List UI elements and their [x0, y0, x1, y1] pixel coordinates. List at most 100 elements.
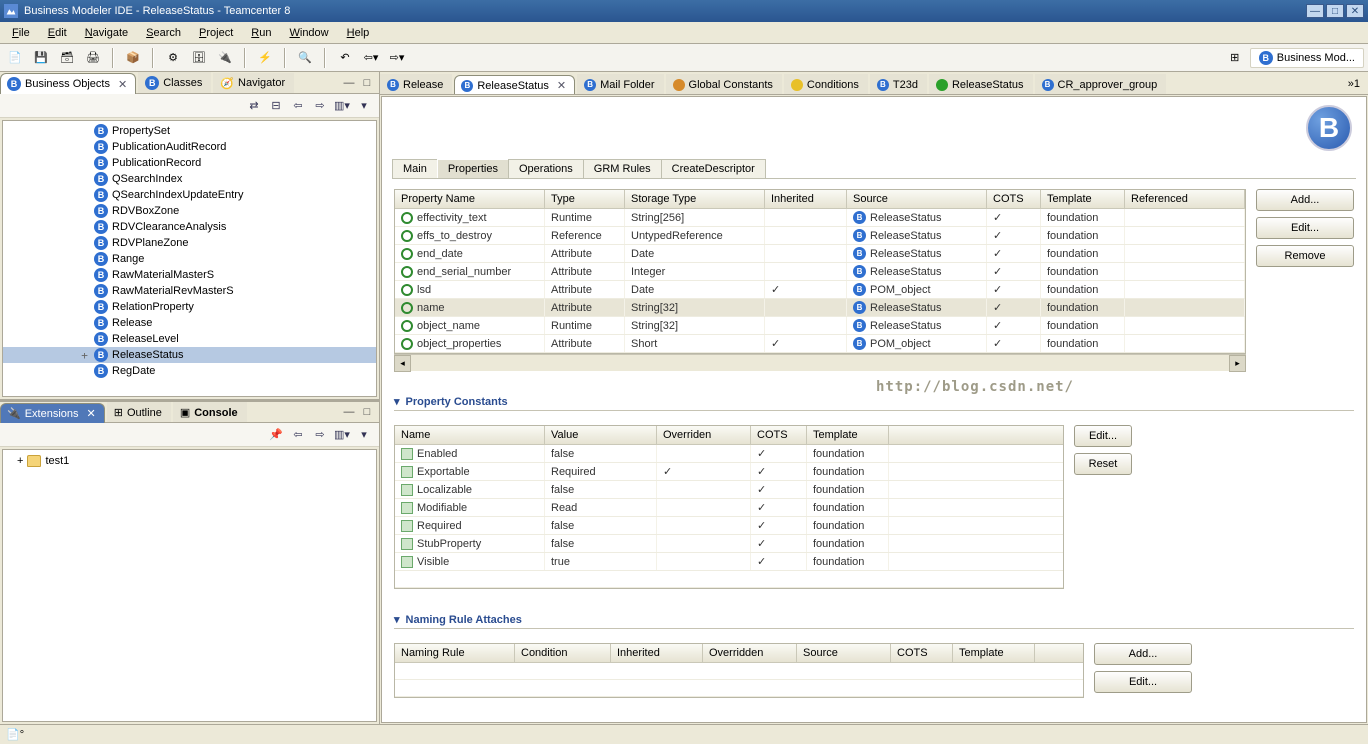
- maximize-button[interactable]: □: [1326, 4, 1344, 18]
- business-objects-tree[interactable]: BPropertySetBPublicationAuditRecordBPubl…: [2, 120, 377, 397]
- back-button[interactable]: ⇦: [289, 426, 307, 444]
- close-icon[interactable]: ✕: [87, 407, 96, 420]
- perspective-switcher[interactable]: B Business Mod...: [1250, 48, 1364, 68]
- view-maximize-button[interactable]: □: [359, 404, 375, 420]
- view-tab-outline[interactable]: ⊞Outline: [107, 402, 171, 422]
- add-button[interactable]: Add...: [1094, 643, 1192, 665]
- menu-project[interactable]: Project: [191, 25, 241, 41]
- back-button[interactable]: ⇦▾: [360, 47, 382, 69]
- table-row[interactable]: end_dateAttributeDateBReleaseStatus✓foun…: [395, 245, 1245, 263]
- gear-button[interactable]: ⚙: [162, 47, 184, 69]
- editor-tab-cr-approver-group[interactable]: BCR_approver_group: [1035, 74, 1167, 94]
- table-row[interactable]: Enabledfalse✓foundation: [395, 445, 1063, 463]
- editor-tab-conditions[interactable]: Conditions: [784, 74, 868, 94]
- view-tab-business-objects[interactable]: BBusiness Objects✕: [0, 73, 136, 94]
- column-header[interactable]: Source: [847, 190, 987, 208]
- table-row[interactable]: effs_to_destroyReferenceUntypedReference…: [395, 227, 1245, 245]
- table-row[interactable]: Localizablefalse✓foundation: [395, 481, 1063, 499]
- tree-node-release[interactable]: BRelease: [3, 315, 376, 331]
- open-perspective-button[interactable]: ⊞: [1224, 47, 1246, 69]
- scroll-left-button[interactable]: ◂: [394, 355, 411, 372]
- column-header[interactable]: Source: [797, 644, 891, 662]
- save-all-button[interactable]: 🗃: [56, 47, 78, 69]
- tree-node-publicationauditrecord[interactable]: BPublicationAuditRecord: [3, 139, 376, 155]
- column-header[interactable]: Condition: [515, 644, 611, 662]
- ext-button[interactable]: 🔌: [214, 47, 236, 69]
- twistie-icon[interactable]: ▾: [394, 613, 400, 626]
- subtab-operations[interactable]: Operations: [508, 159, 584, 178]
- tree-node-rdvclearanceanalysis[interactable]: BRDVClearanceAnalysis: [3, 219, 376, 235]
- editor-tab-releasestatus[interactable]: ReleaseStatus: [929, 74, 1033, 94]
- tree-node-range[interactable]: BRange: [3, 251, 376, 267]
- editor-tabs-more[interactable]: »1: [1340, 74, 1368, 94]
- view-tab-console[interactable]: ▣Console: [173, 402, 247, 422]
- build-button[interactable]: 📦: [122, 47, 144, 69]
- tree-node-test1[interactable]: +test1: [7, 454, 372, 468]
- edit-button[interactable]: Edit...: [1094, 671, 1192, 693]
- tree-node-releasestatus[interactable]: +BReleaseStatus: [3, 347, 376, 363]
- view-minimize-button[interactable]: —: [341, 75, 357, 91]
- edit-button[interactable]: Edit...: [1256, 217, 1354, 239]
- print-button[interactable]: 🖨: [82, 47, 104, 69]
- table-row[interactable]: Visibletrue✓foundation: [395, 553, 1063, 571]
- editor-tab-release[interactable]: BRelease: [380, 74, 452, 94]
- tree-node-rdvboxzone[interactable]: BRDVBoxZone: [3, 203, 376, 219]
- menu-help[interactable]: Help: [339, 25, 378, 41]
- table-row[interactable]: effectivity_textRuntimeString[256]BRelea…: [395, 209, 1245, 227]
- column-header[interactable]: Overridden: [703, 644, 797, 662]
- column-header[interactable]: Property Name: [395, 190, 545, 208]
- db-button[interactable]: 🗄: [188, 47, 210, 69]
- properties-hscroll[interactable]: ◂ ▸: [394, 354, 1246, 371]
- view-minimize-button[interactable]: —: [341, 404, 357, 420]
- constants-table[interactable]: NameValueOverridenCOTSTemplateEnabledfal…: [394, 425, 1064, 589]
- column-header[interactable]: Overriden: [657, 426, 751, 444]
- column-header[interactable]: COTS: [891, 644, 953, 662]
- scroll-right-button[interactable]: ▸: [1229, 355, 1246, 372]
- column-header[interactable]: Value: [545, 426, 657, 444]
- filter-button[interactable]: ▥▾: [333, 97, 351, 115]
- view-maximize-button[interactable]: □: [359, 75, 375, 91]
- wand-button[interactable]: ⚡: [254, 47, 276, 69]
- properties-table[interactable]: Property NameTypeStorage TypeInheritedSo…: [394, 189, 1246, 354]
- reset-button[interactable]: Reset: [1074, 453, 1132, 475]
- table-row[interactable]: object_nameRuntimeString[32]BReleaseStat…: [395, 317, 1245, 335]
- column-header[interactable]: Inherited: [611, 644, 703, 662]
- view-tab-navigator[interactable]: 🧭Navigator: [213, 73, 294, 93]
- menu-window[interactable]: Window: [281, 25, 336, 41]
- expand-icon[interactable]: +: [17, 455, 23, 467]
- table-row[interactable]: end_serial_numberAttributeIntegerBReleas…: [395, 263, 1245, 281]
- menu-navigate[interactable]: Navigate: [77, 25, 136, 41]
- table-row[interactable]: Requiredfalse✓foundation: [395, 517, 1063, 535]
- column-header[interactable]: COTS: [987, 190, 1041, 208]
- table-row[interactable]: ExportableRequired✓✓foundation: [395, 463, 1063, 481]
- editor-tab-global-constants[interactable]: Global Constants: [666, 74, 782, 94]
- tree-node-qsearchindexupdateentry[interactable]: BQSearchIndexUpdateEntry: [3, 187, 376, 203]
- subtab-grm-rules[interactable]: GRM Rules: [583, 159, 662, 178]
- table-row[interactable]: StubPropertyfalse✓foundation: [395, 535, 1063, 553]
- close-icon[interactable]: ✕: [557, 79, 566, 92]
- table-row[interactable]: lsdAttributeDate✓BPOM_object✓foundation: [395, 281, 1245, 299]
- column-header[interactable]: Name: [395, 426, 545, 444]
- extensions-tree[interactable]: +test1: [2, 449, 377, 722]
- view-tab-classes[interactable]: BClasses: [138, 72, 211, 93]
- expand-icon[interactable]: +: [79, 349, 90, 362]
- edit-button[interactable]: Edit...: [1074, 425, 1132, 447]
- table-row[interactable]: ModifiableRead✓foundation: [395, 499, 1063, 517]
- tree-node-relationproperty[interactable]: BRelationProperty: [3, 299, 376, 315]
- twistie-icon[interactable]: ▾: [394, 395, 400, 408]
- tree-node-propertyset[interactable]: BPropertySet: [3, 123, 376, 139]
- column-header[interactable]: Storage Type: [625, 190, 765, 208]
- minimize-button[interactable]: —: [1306, 4, 1324, 18]
- view-menu-button[interactable]: ▾: [355, 97, 373, 115]
- column-header[interactable]: Referenced: [1125, 190, 1245, 208]
- add-button[interactable]: Add...: [1256, 189, 1354, 211]
- tree-node-publicationrecord[interactable]: BPublicationRecord: [3, 155, 376, 171]
- tree-node-rdvplanezone[interactable]: BRDVPlaneZone: [3, 235, 376, 251]
- column-header[interactable]: Naming Rule: [395, 644, 515, 662]
- lastedit-button[interactable]: ↶: [334, 47, 356, 69]
- column-header[interactable]: Type: [545, 190, 625, 208]
- tree-node-rawmaterialmasters[interactable]: BRawMaterialMasterS: [3, 267, 376, 283]
- table-row[interactable]: object_propertiesAttributeShort✓BPOM_obj…: [395, 335, 1245, 353]
- menu-file[interactable]: File: [4, 25, 38, 41]
- view-menu-button[interactable]: ▾: [355, 426, 373, 444]
